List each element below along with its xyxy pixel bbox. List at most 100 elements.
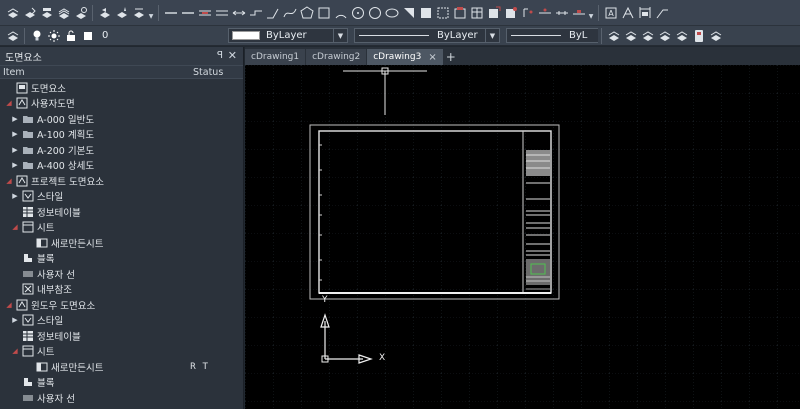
block-create-icon[interactable] (504, 6, 518, 20)
layer-off-icon[interactable] (132, 6, 146, 20)
add-tab-button[interactable]: + (444, 49, 458, 65)
tree-item[interactable]: 블록 (0, 251, 243, 267)
tree-item[interactable]: 사용자 선 (0, 390, 243, 406)
collapsed-arrow-icon[interactable]: ▶ (10, 315, 20, 325)
measure-icon[interactable] (555, 6, 569, 20)
color-combo[interactable]: ByLayer ▼ (228, 28, 348, 43)
chevron-down-icon[interactable]: ▼ (587, 6, 595, 20)
layer-stack-icon[interactable] (6, 6, 20, 20)
tree-item[interactable]: ◢ 윈도우 도면요소 (0, 297, 243, 313)
wipeout-icon[interactable] (453, 6, 467, 20)
expanded-arrow-icon[interactable]: ◢ (4, 176, 14, 186)
layer-tool-f-icon[interactable] (709, 29, 723, 43)
layer-isolate-icon[interactable] (74, 6, 88, 20)
expanded-arrow-icon[interactable]: ◢ (4, 300, 14, 310)
collapsed-arrow-icon[interactable]: ▶ (10, 160, 20, 170)
chevron-down-icon[interactable]: ▼ (333, 29, 347, 42)
arc-line-icon[interactable] (266, 6, 280, 20)
sun-icon[interactable] (47, 29, 61, 43)
layer-tool-e-icon[interactable] (675, 29, 689, 43)
chevron-down-icon[interactable]: ▼ (147, 6, 155, 20)
tree-item[interactable]: ▶ A-000 일반도 (0, 111, 243, 127)
drawing-canvas[interactable]: Y X (245, 65, 800, 409)
layer-walk-icon[interactable] (57, 6, 71, 20)
column-item[interactable]: Item (0, 67, 193, 78)
layer-tool-d-icon[interactable] (658, 29, 672, 43)
hatch-icon[interactable] (402, 6, 416, 20)
ray-icon[interactable] (232, 6, 246, 20)
collapsed-arrow-icon[interactable]: ▶ (10, 129, 20, 139)
expanded-arrow-icon[interactable]: ◢ (4, 98, 14, 108)
tree-item[interactable]: 내부참조 (0, 282, 243, 298)
tree-item[interactable]: 정보테이블 (0, 328, 243, 344)
layer-tool-a-icon[interactable] (607, 29, 621, 43)
tree-item[interactable]: ▶ A-100 계획도 (0, 127, 243, 143)
phone-icon[interactable] (692, 29, 706, 43)
line-icon[interactable] (164, 6, 178, 20)
pin-icon[interactable]: ꟼ (217, 50, 223, 61)
layer-color-icon[interactable] (81, 29, 95, 43)
tree-item[interactable]: ◢ 시트 (0, 220, 243, 236)
construction-line-icon[interactable] (198, 6, 212, 20)
circle-center-icon[interactable] (351, 6, 365, 20)
tree-item[interactable]: ▶ 스타일 (0, 313, 243, 329)
polyline-icon[interactable] (181, 6, 195, 20)
layer-edit-icon[interactable] (23, 6, 37, 20)
layer-match-icon[interactable] (115, 6, 129, 20)
divide-icon[interactable] (538, 6, 552, 20)
tree-item[interactable]: ◢ 사용자도면 (0, 96, 243, 112)
dimension-icon[interactable] (638, 6, 652, 20)
polygon-icon[interactable] (299, 5, 314, 20)
tab-cdrawing2[interactable]: cDrawing2 (306, 49, 367, 65)
column-status[interactable]: Status (193, 67, 243, 78)
current-layer-value[interactable]: 0 (102, 30, 222, 41)
tree-item[interactable]: ▶ 스타일 (0, 189, 243, 205)
tree-item[interactable]: 새로만든시트 R T (0, 359, 243, 375)
tree-item[interactable]: ▶ A-400 상세도 (0, 158, 243, 174)
double-line-icon[interactable] (215, 6, 229, 20)
table-insert-icon[interactable] (470, 6, 484, 20)
tree-item[interactable]: 블록 (0, 375, 243, 391)
mtext-icon[interactable] (621, 6, 635, 20)
chevron-down-icon[interactable]: ▼ (485, 29, 499, 42)
lineweight-combo[interactable]: ByL (506, 28, 598, 43)
expanded-arrow-icon[interactable]: ◢ (10, 222, 20, 232)
tree-item[interactable]: 사용자 선 (0, 266, 243, 282)
text-icon[interactable]: A (604, 6, 618, 20)
circle-icon[interactable] (368, 6, 382, 20)
collapsed-arrow-icon[interactable]: ▶ (10, 191, 20, 201)
tree-item[interactable]: 새로만든시트 (0, 235, 243, 251)
spline-icon[interactable] (283, 6, 297, 20)
tab-cdrawing3[interactable]: cDrawing3 × (367, 49, 443, 65)
revcloud-icon[interactable] (572, 6, 586, 20)
tree-item[interactable]: ▶ A-200 기본도 (0, 142, 243, 158)
arc-icon[interactable] (334, 6, 348, 20)
layer-tool-c-icon[interactable] (641, 29, 655, 43)
bulb-icon[interactable] (30, 29, 44, 43)
layer-properties-icon[interactable] (6, 29, 20, 43)
tree-item[interactable]: ◢ 프로젝트 도면요소 (0, 173, 243, 189)
layer-tool-b-icon[interactable] (624, 29, 638, 43)
close-icon[interactable]: × (428, 52, 436, 63)
tree-item[interactable]: 도면요소 (0, 80, 243, 96)
region-icon[interactable] (419, 6, 433, 20)
collapsed-arrow-icon[interactable]: ▶ (10, 145, 20, 155)
tab-cdrawing1[interactable]: cDrawing1 (245, 49, 306, 65)
close-icon[interactable]: ✕ (228, 49, 237, 62)
layer-state-icon[interactable] (40, 6, 54, 20)
point-icon[interactable] (521, 6, 535, 20)
leader-icon[interactable] (655, 6, 669, 20)
lock-icon[interactable] (64, 29, 78, 43)
multiline-icon[interactable] (249, 6, 263, 20)
expanded-arrow-icon[interactable]: ◢ (10, 346, 20, 356)
block-insert-icon[interactable] (487, 6, 501, 20)
ellipse-icon[interactable] (385, 6, 399, 20)
linetype-combo[interactable]: ByLayer ▼ (354, 28, 500, 43)
layer-previous-icon[interactable] (98, 6, 112, 20)
tree-item[interactable]: 정보테이블 (0, 204, 243, 220)
collapsed-arrow-icon[interactable]: ▶ (10, 114, 20, 124)
boundary-icon[interactable] (436, 6, 450, 20)
rectangle-icon[interactable] (317, 6, 331, 20)
tree-item[interactable]: ◢ 시트 (0, 344, 243, 360)
tree-item-label: 정보테이블 (37, 331, 81, 343)
